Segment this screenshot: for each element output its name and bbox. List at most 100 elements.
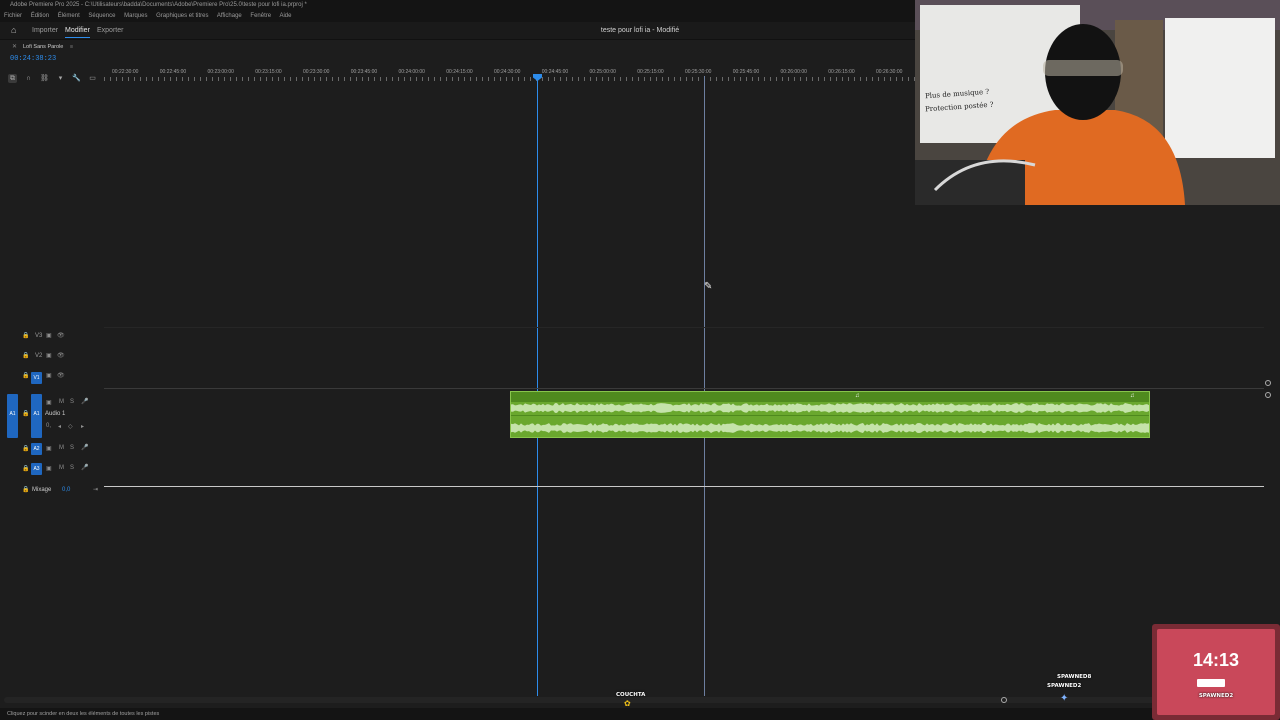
tab-exporter[interactable]: Exporter [97, 27, 123, 34]
ruler-label: 00:26:15:00 [828, 69, 855, 75]
mute-button[interactable]: M [59, 445, 64, 451]
solo-button[interactable]: S [70, 399, 74, 405]
timeline-tools: ⧉ ∩ ⛓ ▾ 🔧 ▭ [8, 67, 104, 83]
track-header-a3: 🔒 A3 ▣ M S 🎤 [0, 463, 104, 483]
marker-icon[interactable]: ▾ [56, 74, 65, 83]
tab-importer[interactable]: Importer [32, 27, 58, 34]
menu-marques[interactable]: Marques [124, 13, 147, 19]
menu-graphiques[interactable]: Graphiques et titres [156, 13, 208, 19]
eye-icon[interactable]: 👁 [57, 332, 65, 339]
ruler-label: 00:24:45:00 [541, 69, 569, 75]
captions-icon[interactable]: ▭ [88, 74, 97, 83]
sync-icon[interactable]: ▣ [46, 465, 52, 472]
ruler-label: 00:23:45:00 [350, 69, 378, 75]
ruler-label: 00:23:00:00 [207, 69, 234, 75]
document-title: teste pour lofi ia - Modifié [600, 27, 680, 34]
lock-icon[interactable]: 🔒 [22, 352, 29, 359]
track-header-v1: 🔒 V1 ▣ 👁 [0, 372, 104, 392]
sync-icon[interactable]: ▣ [46, 352, 52, 359]
hover-line [704, 76, 705, 696]
lock-icon[interactable]: 🔒 [22, 445, 29, 452]
track-header-a1: A1 🔒 A1 ▣ M S 🎤 Audio 1 0, ◂ ◇ ▸ [0, 394, 104, 438]
linked-selection-icon[interactable]: ⛓ [40, 74, 49, 83]
nest-icon[interactable]: ⧉ [8, 74, 17, 83]
vertical-zoom-handle[interactable] [1265, 380, 1271, 386]
mix-value[interactable]: 0,0 [62, 487, 70, 493]
ruler-label: 00:24:30:00 [494, 69, 521, 75]
sync-icon[interactable]: ▣ [46, 445, 52, 452]
go-to-end-icon[interactable]: ⇥ [93, 486, 98, 493]
wrench-icon[interactable]: 🔧 [72, 74, 81, 83]
snap-icon[interactable]: ∩ [24, 74, 33, 83]
track-volume[interactable]: 0, [46, 423, 51, 429]
source-patch-a1[interactable]: A1 [7, 394, 18, 438]
track-target-a2[interactable]: A2 [31, 443, 42, 455]
panel-menu-icon[interactable]: ≡ [70, 44, 73, 50]
character-icon: ✦ [1060, 693, 1069, 704]
menu-edition[interactable]: Édition [31, 13, 49, 19]
track-header-mix: 🔒 Mixage 0,0 ⇥ [0, 484, 104, 504]
track-target-a3[interactable]: A3 [31, 463, 42, 475]
playhead-line[interactable] [537, 76, 538, 696]
sync-icon[interactable]: ▣ [46, 372, 52, 379]
playhead-timecode[interactable]: 00:24:38:23 [10, 55, 56, 63]
menu-element[interactable]: Élément [58, 13, 80, 19]
lock-icon[interactable]: 🔒 [22, 372, 29, 379]
keyframe-prev-icon[interactable]: ◂ [58, 423, 61, 430]
menu-fenetre[interactable]: Fenêtre [250, 13, 271, 19]
keyframe-add-icon[interactable]: ◇ [68, 423, 73, 430]
microphone-icon[interactable]: 🎤 [81, 398, 88, 405]
ruler-label: 00:22:45:00 [159, 69, 187, 75]
keyframe-next-icon[interactable]: ▸ [81, 423, 84, 430]
menu-aide[interactable]: Aide [279, 13, 291, 19]
tab-modifier[interactable]: Modifier [65, 27, 90, 38]
track-name[interactable]: Audio 1 [45, 411, 65, 417]
microphone-icon[interactable]: 🎤 [81, 444, 88, 451]
mute-button[interactable]: M [59, 399, 64, 405]
sync-icon[interactable]: ▣ [46, 399, 52, 406]
microphone-icon[interactable]: 🎤 [81, 464, 88, 471]
status-text: Cliquez pour scinder en deux les élément… [7, 711, 160, 717]
eye-icon[interactable]: 👁 [57, 352, 65, 359]
solo-button[interactable]: S [70, 465, 74, 471]
home-icon[interactable]: ⌂ [11, 25, 16, 35]
mute-button[interactable]: M [59, 465, 64, 471]
scroll-zoom-handle[interactable] [1001, 697, 1007, 703]
menu-affichage[interactable]: Affichage [217, 13, 242, 19]
track-divider [104, 327, 1264, 328]
audio-clip[interactable]: ♫ ♫ [510, 391, 1150, 438]
close-icon[interactable]: ✕ [12, 41, 17, 53]
track-label[interactable]: V3 [35, 333, 42, 339]
ruler-label: 00:25:00:00 [589, 69, 616, 75]
fx-badge-icon: ♫ [855, 393, 860, 399]
eye-icon[interactable]: 👁 [57, 372, 65, 379]
menu-fichier[interactable]: Fichier [4, 13, 22, 19]
track-target-v1[interactable]: V1 [31, 372, 42, 384]
window-title: Adobe Premiere Pro 2025 - C:\Utilisateur… [10, 2, 307, 8]
clock-card [1157, 629, 1275, 715]
clock-caption-wrap: SPAWNED2 [1157, 684, 1275, 702]
lock-icon[interactable]: 🔒 [22, 465, 29, 472]
sequence-tab[interactable]: Lofi Sans Parole [23, 44, 63, 50]
ruler-label: 00:23:15:00 [255, 69, 282, 75]
lock-icon[interactable]: 🔒 [22, 486, 29, 493]
ruler-label: 00:25:15:00 [637, 69, 664, 75]
bee-icon: ✿ [624, 699, 631, 708]
razor-cursor-icon: ✎ [704, 281, 713, 292]
overlay-name: SPAWNED2 [1047, 683, 1082, 689]
solo-button[interactable]: S [70, 445, 74, 451]
ruler-label: 00:26:30:00 [876, 69, 903, 75]
audio-waveform [511, 392, 1149, 433]
track-label[interactable]: V2 [35, 353, 42, 359]
menu-sequence[interactable]: Séquence [88, 13, 115, 19]
vertical-zoom-handle[interactable] [1265, 392, 1271, 398]
ruler-label: 00:24:15:00 [446, 69, 473, 75]
clock-time: 14:13 [1192, 650, 1240, 670]
sync-icon[interactable]: ▣ [46, 332, 52, 339]
ruler-label: 00:25:45:00 [732, 69, 760, 75]
track-header-a2: 🔒 A2 ▣ M S 🎤 [0, 443, 104, 463]
lock-icon[interactable]: 🔒 [22, 410, 29, 417]
track-target-a1[interactable]: A1 [31, 394, 42, 438]
lock-icon[interactable]: 🔒 [22, 332, 29, 339]
status-bar: Cliquez pour scinder en deux les élément… [0, 708, 1280, 720]
